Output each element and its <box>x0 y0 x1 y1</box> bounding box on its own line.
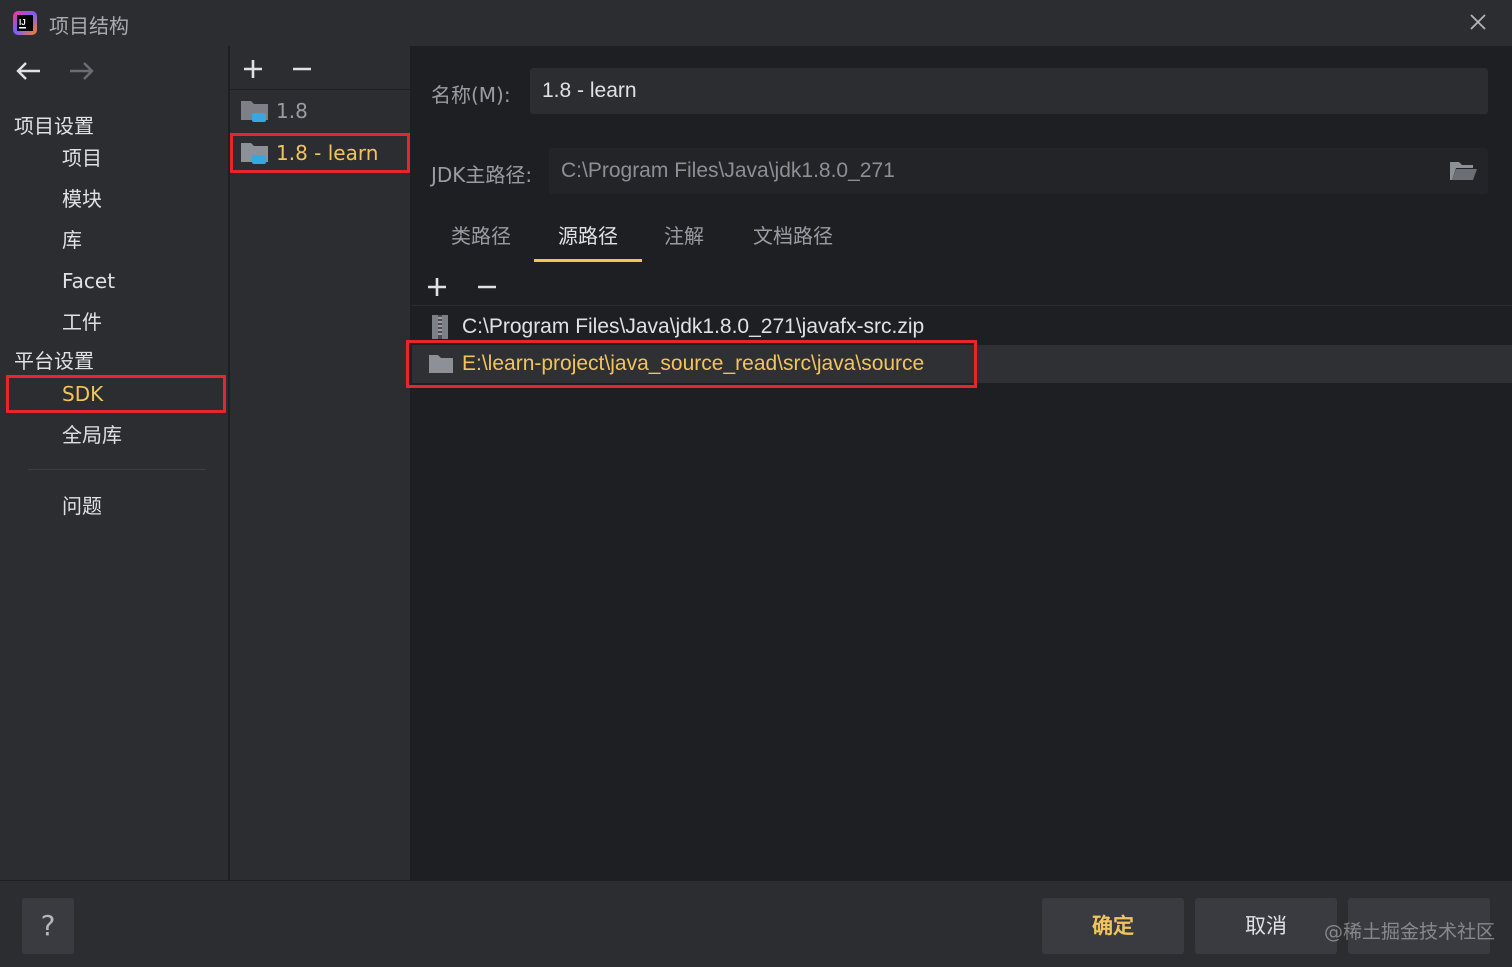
tab-classpath[interactable]: 类路径 <box>432 216 530 262</box>
sdk-item-1-8[interactable]: 1.8 <box>230 91 410 131</box>
nav-item-modules[interactable]: 模块 <box>6 180 226 218</box>
sdk-name-input[interactable]: 1.8 - learn <box>530 68 1488 114</box>
source-path-row-selected[interactable]: E:\learn-project\java_source_read\src\ja… <box>412 345 1512 383</box>
sdk-folder-icon <box>241 143 268 164</box>
nav-item-problems[interactable]: 问题 <box>6 487 226 525</box>
nav-item-global-libraries[interactable]: 全局库 <box>6 416 226 454</box>
nav-divider <box>28 469 206 470</box>
title-bar: IJ 项目结构 <box>0 0 1512 46</box>
name-label: 名称(M): <box>431 83 511 107</box>
add-sdk-button[interactable] <box>238 54 268 84</box>
back-button[interactable] <box>12 56 44 86</box>
intellij-app-icon: IJ <box>13 11 37 35</box>
settings-nav: 项目设置 项目 模块 库 Facet 工件 平台设置 SDK 全局库 问题 <box>0 46 228 880</box>
nav-item-libraries[interactable]: 库 <box>6 221 226 259</box>
nav-section-platform-settings: 平台设置 <box>14 349 94 373</box>
tab-sourcepath[interactable]: 源路径 <box>534 216 642 262</box>
sdk-item-label: 1.8 <box>276 99 308 123</box>
close-button[interactable] <box>1462 6 1494 38</box>
folder-icon <box>429 355 453 373</box>
jdk-home-path-field[interactable]: C:\Program Files\Java\jdk1.8.0_271 <box>549 148 1488 194</box>
archive-zip-icon <box>432 315 448 339</box>
plus-icon <box>244 60 262 78</box>
nav-item-facet[interactable]: Facet <box>6 262 226 300</box>
nav-section-project-settings: 项目设置 <box>14 114 94 138</box>
sdk-item-label: 1.8 - learn <box>276 141 379 165</box>
source-paths-toolbar <box>412 268 1512 306</box>
ok-button[interactable]: 确定 <box>1042 898 1184 954</box>
nav-item-project[interactable]: 项目 <box>6 139 226 177</box>
source-path-text: C:\Program Files\Java\jdk1.8.0_271\javaf… <box>462 315 925 338</box>
sdk-list-toolbar <box>230 46 410 90</box>
svg-text:IJ: IJ <box>19 18 26 27</box>
source-path-text: E:\learn-project\java_source_read\src\ja… <box>462 352 925 375</box>
close-icon <box>1470 14 1486 30</box>
plus-icon <box>428 278 446 296</box>
sdk-item-1-8-learn[interactable]: 1.8 - learn <box>230 133 410 173</box>
forward-button[interactable] <box>66 56 98 86</box>
sdk-detail-panel: 名称(M): 1.8 - learn JDK主路径: C:\Program Fi… <box>412 46 1512 880</box>
nav-item-artifacts[interactable]: 工件 <box>6 303 226 341</box>
help-button[interactable]: ? <box>22 898 74 954</box>
sdk-folder-icon <box>241 101 268 122</box>
minus-icon <box>478 285 496 289</box>
folder-open-icon[interactable] <box>1448 158 1478 184</box>
nav-item-sdk[interactable]: SDK <box>6 375 226 413</box>
minus-icon <box>293 67 311 71</box>
remove-sdk-button[interactable] <box>287 54 317 84</box>
dialog-footer: ? 确定 取消 @稀土掘金技术社区 <box>0 880 1512 967</box>
sdk-list-panel: 1.8 1.8 - learn <box>230 46 410 880</box>
tab-documentation-paths[interactable]: 文档路径 <box>734 216 852 262</box>
apply-button[interactable] <box>1348 898 1490 954</box>
cancel-button[interactable]: 取消 <box>1195 898 1337 954</box>
add-source-path-button[interactable] <box>422 272 452 302</box>
remove-source-path-button[interactable] <box>472 272 502 302</box>
source-path-row[interactable]: C:\Program Files\Java\jdk1.8.0_271\javaf… <box>412 308 1512 346</box>
tab-annotations[interactable]: 注解 <box>650 216 718 262</box>
nav-history-controls <box>12 56 98 86</box>
window-title: 项目结构 <box>49 14 129 38</box>
arrow-right-icon <box>70 62 94 80</box>
arrow-left-icon <box>16 62 40 80</box>
jdk-home-label: JDK主路径: <box>431 163 533 187</box>
